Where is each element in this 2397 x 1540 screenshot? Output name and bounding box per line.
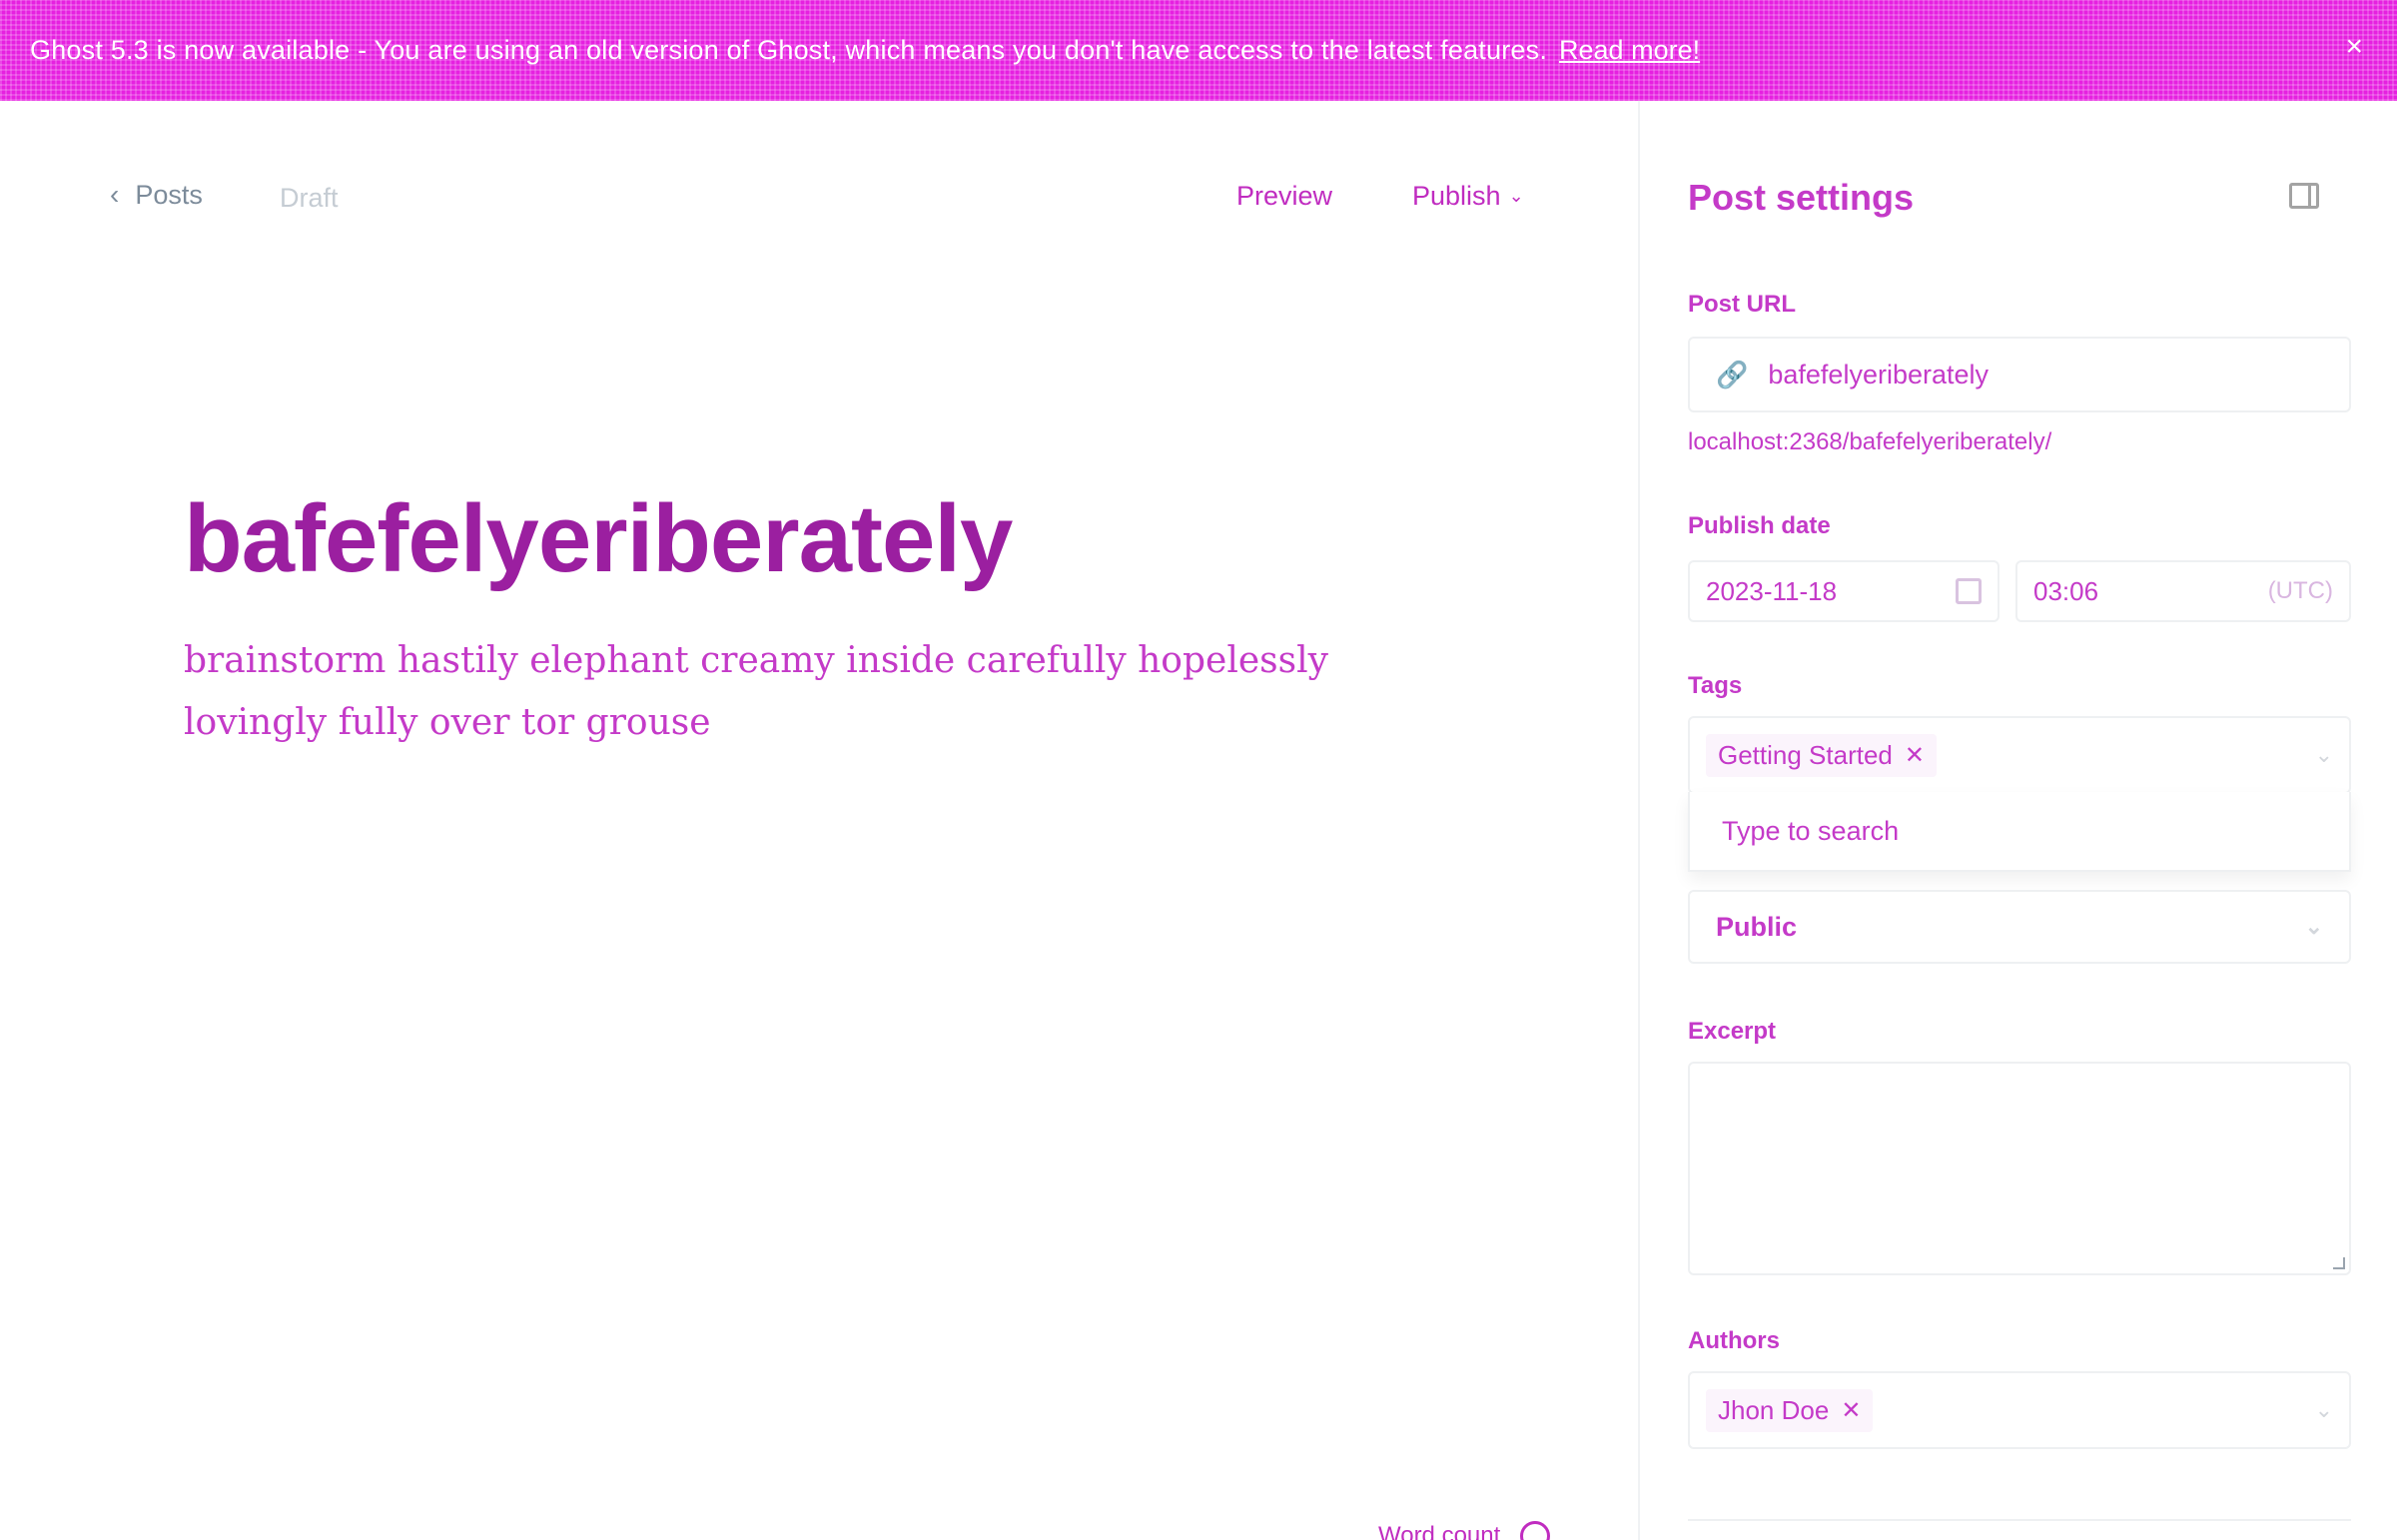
authors-label: Authors [1688, 1327, 1780, 1354]
chevron-down-icon[interactable]: ⌄ [2315, 742, 2333, 768]
editor-area: ‹ Posts Draft Preview Publish ⌄ bafefely… [0, 101, 1638, 1540]
post-url-label: Post URL [1688, 291, 1796, 318]
post-url-preview: localhost:2368/bafefelyeriberately/ [1688, 428, 2052, 455]
remove-tag-icon[interactable]: ✕ [1905, 741, 1925, 770]
tags-search-input[interactable] [1722, 815, 2281, 847]
author-chip-label: Jhon Doe [1718, 1394, 1830, 1425]
post-status: Draft [280, 183, 339, 213]
publish-date-input[interactable] [1706, 575, 1906, 607]
remove-author-icon[interactable]: ✕ [1841, 1396, 1861, 1425]
post-url-input[interactable] [1768, 359, 2308, 390]
preview-button[interactable]: Preview [1236, 181, 1332, 212]
excerpt-label: Excerpt [1688, 1018, 1777, 1045]
resize-handle-icon[interactable] [2333, 1257, 2345, 1269]
post-url-field[interactable]: 🔗 [1688, 337, 2351, 412]
visibility-value: Public [1716, 911, 1798, 942]
publish-time-input[interactable] [2033, 575, 2153, 607]
editor-header: ‹ Posts Draft Preview Publish ⌄ [0, 179, 1638, 221]
back-to-posts-link[interactable]: ‹ Posts [110, 179, 203, 211]
timezone-label: (UTC) [2267, 577, 2333, 604]
next-field-divider [1688, 1519, 2351, 1540]
excerpt-field[interactable] [1688, 1062, 2351, 1275]
visibility-select[interactable]: Public ⌄ [1688, 890, 2351, 964]
link-icon: 🔗 [1716, 359, 1749, 389]
calendar-icon[interactable] [1956, 578, 1982, 604]
author-chip: Jhon Doe ✕ [1706, 1388, 1874, 1432]
help-icon[interactable] [1520, 1521, 1551, 1540]
post-settings-panel: Post settings Post URL 🔗 localhost:2368/… [1638, 101, 2397, 1540]
tags-search-dropdown [1688, 792, 2351, 872]
post-body[interactable]: brainstorm hastily elephant creamy insid… [184, 630, 1442, 754]
tags-label: Tags [1688, 672, 1743, 699]
chevron-down-icon[interactable]: ⌄ [2315, 1397, 2333, 1423]
settings-title: Post settings [1688, 177, 1915, 218]
tag-chip-label: Getting Started [1718, 739, 1893, 770]
back-label: Posts [135, 179, 203, 210]
word-count: Word count [1378, 1522, 1501, 1540]
tag-chip: Getting Started ✕ [1706, 733, 1937, 777]
publish-button[interactable]: Publish ⌄ [1412, 181, 1524, 212]
publish-label: Publish [1412, 181, 1501, 211]
post-title[interactable]: bafefelyeriberately [184, 484, 1013, 594]
sidebar-toggle-icon[interactable] [2289, 183, 2319, 209]
banner-message: Ghost 5.3 is now available - You are usi… [30, 35, 1548, 65]
update-banner: Ghost 5.3 is now available - You are usi… [0, 0, 2397, 101]
banner-read-more-link[interactable]: Read more! [1559, 35, 1700, 66]
word-count-bar: Word count [1378, 1521, 1551, 1540]
excerpt-textarea[interactable] [1702, 1076, 2337, 1261]
publish-date-field[interactable] [1688, 560, 1999, 622]
publish-date-label: Publish date [1688, 512, 1831, 539]
chevron-left-icon: ‹ [110, 179, 120, 210]
authors-field[interactable]: Jhon Doe ✕ ⌄ [1688, 1371, 2351, 1449]
tags-field[interactable]: Getting Started ✕ ⌄ [1688, 716, 2351, 794]
chevron-down-icon: ⌄ [1508, 186, 1524, 206]
close-icon[interactable]: × [2345, 30, 2363, 64]
publish-time-field[interactable]: (UTC) [2015, 560, 2351, 622]
chevron-down-icon: ⌄ [2304, 914, 2323, 939]
